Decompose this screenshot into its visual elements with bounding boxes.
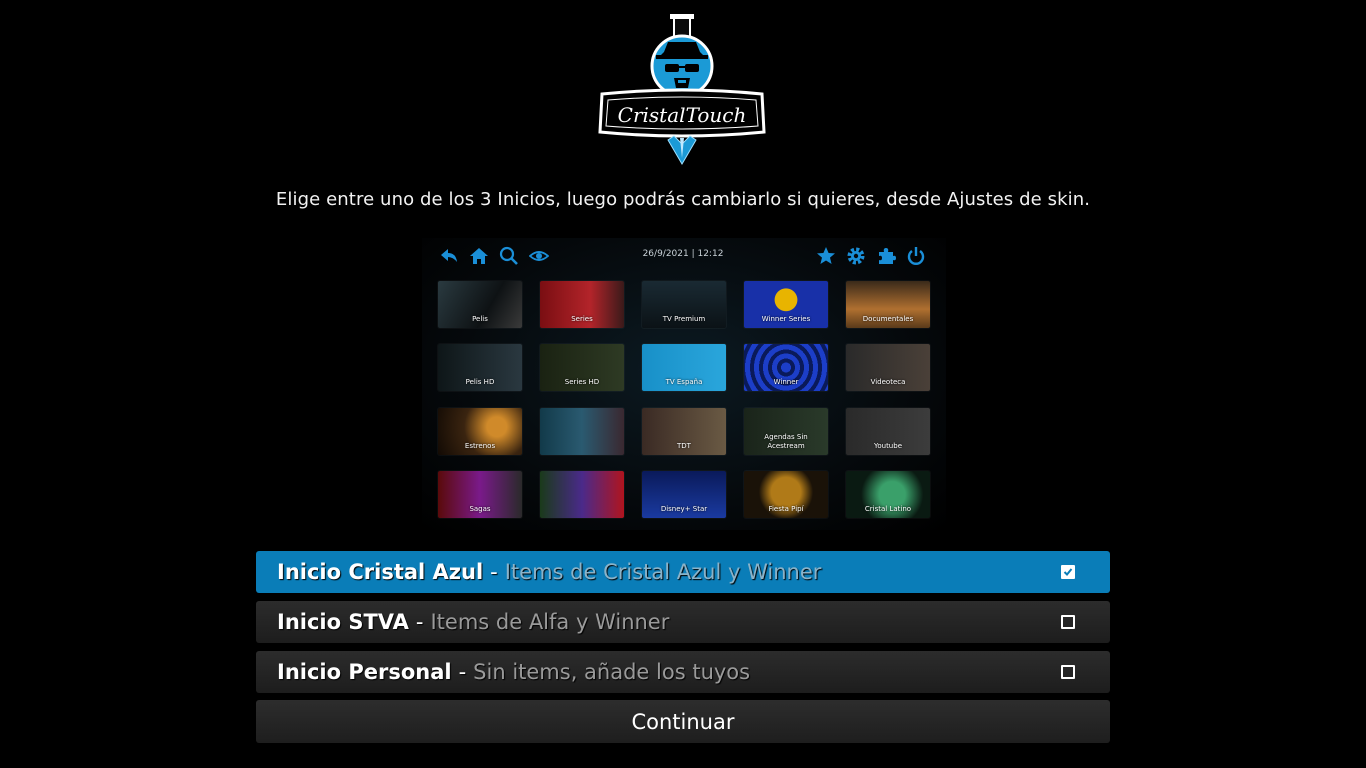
puzzle-icon	[876, 246, 896, 266]
preview-tile: Fiesta Pipí	[744, 471, 828, 518]
preview-tile: Documentales	[846, 281, 930, 328]
option-title: Inicio Cristal Azul	[277, 560, 484, 584]
preview-tile: Youtube	[846, 408, 930, 455]
preview-tile: Videoteca	[846, 344, 930, 391]
option-separator: -	[490, 560, 498, 584]
back-icon	[439, 246, 459, 266]
option-inicio-personal[interactable]: Inicio Personal - Sin items, añade los t…	[256, 651, 1110, 693]
preview-topbar: 26/9/2021 | 12:12	[422, 238, 946, 272]
instructions-text: Elige entre uno de los 3 Inicios, luego …	[275, 189, 1091, 210]
preview-tile: Estrenos	[438, 408, 522, 455]
option-subtitle: Items de Alfa y Winner	[430, 610, 670, 634]
option-subtitle: Items de Cristal Azul y Winner	[504, 560, 822, 584]
preview-tile: Winner Series	[744, 281, 828, 328]
option-title: Inicio Personal	[277, 660, 452, 684]
preview-tile: Pelis	[438, 281, 522, 328]
preview-tile: Pelis HD	[438, 344, 522, 391]
preview-tile: TV España	[642, 344, 726, 391]
preview-tile	[540, 408, 624, 455]
option-title: Inicio STVA	[277, 610, 409, 634]
cristaltouch-logo: CristalTouch	[596, 12, 768, 168]
preview-tile: Sagas	[438, 471, 522, 518]
preview-tile: Series HD	[540, 344, 624, 391]
gear-icon	[846, 246, 866, 266]
preview-tile: Agendas Sin Acestream	[744, 408, 828, 455]
preview-tile	[540, 471, 624, 518]
preview-datetime: 26/9/2021 | 12:12	[642, 249, 724, 259]
checkbox-checked-icon[interactable]	[1061, 565, 1075, 579]
option-inicio-cristal-azul[interactable]: Inicio Cristal Azul - Items de Cristal A…	[256, 551, 1110, 593]
preview-tile: Series	[540, 281, 624, 328]
eye-icon	[529, 246, 549, 266]
home-preview-image: 26/9/2021 | 12:12 Pelis Series TV Premiu…	[422, 238, 946, 530]
option-subtitle: Sin items, añade los tuyos	[473, 660, 751, 684]
continue-button[interactable]: Continuar	[256, 700, 1110, 743]
star-icon	[816, 246, 836, 266]
search-icon	[499, 246, 519, 266]
checkbox-unchecked-icon[interactable]	[1061, 615, 1075, 629]
power-icon	[906, 246, 926, 266]
preview-tile: Disney+ Star	[642, 471, 726, 518]
preview-tile: Cristal Latino	[846, 471, 930, 518]
option-inicio-stva[interactable]: Inicio STVA - Items de Alfa y Winner	[256, 601, 1110, 643]
preview-tile: TDT	[642, 408, 726, 455]
checkbox-unchecked-icon[interactable]	[1061, 665, 1075, 679]
option-separator: -	[415, 610, 424, 634]
logo-text: CristalTouch	[618, 103, 747, 127]
option-separator: -	[458, 660, 467, 684]
preview-tile: TV Premium	[642, 281, 726, 328]
preview-tile: Winner	[744, 344, 828, 391]
home-icon	[469, 246, 489, 266]
